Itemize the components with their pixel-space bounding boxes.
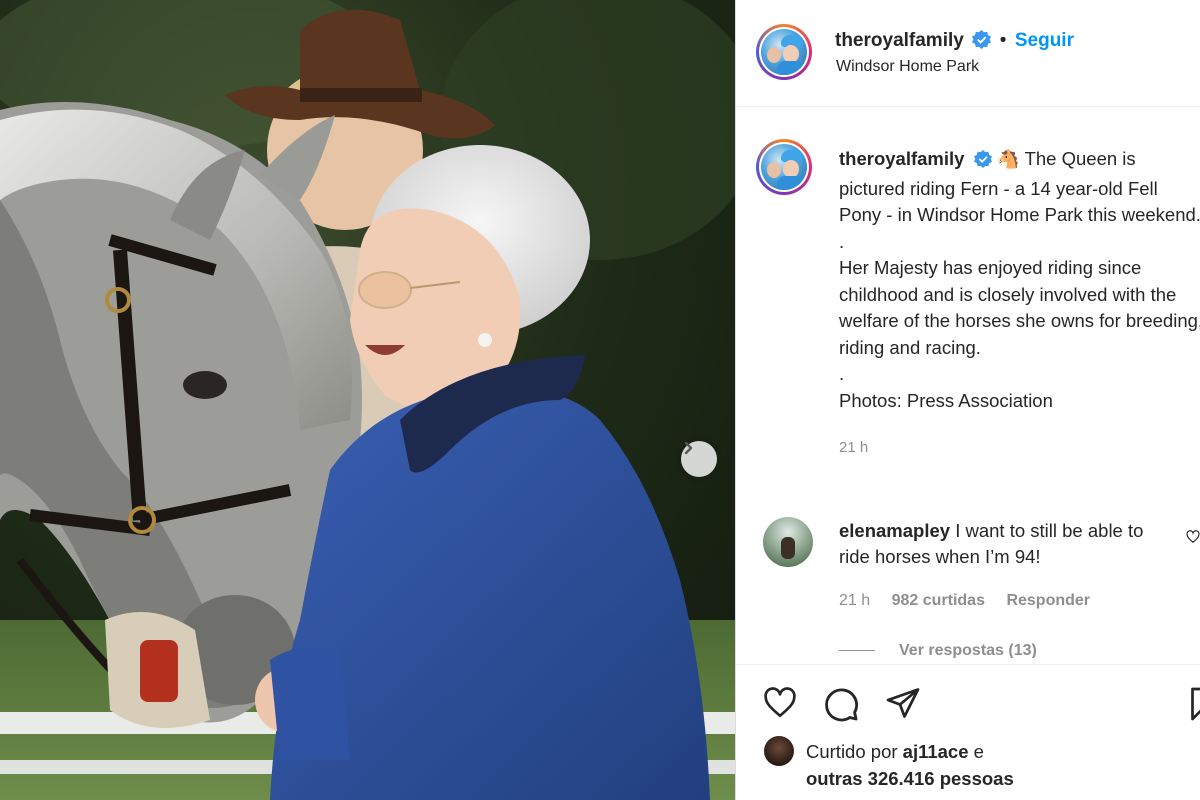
separator-dot: • [999,30,1007,51]
caption-username[interactable]: theroyalfamily [839,148,964,169]
commenter-avatar[interactable] [763,517,813,567]
next-photo-button[interactable] [681,441,717,477]
post-location[interactable]: Windsor Home Park [836,58,979,76]
author-avatar[interactable] [756,24,812,80]
commenter-username[interactable]: elenamapley [839,520,950,541]
action-bar: Curtido por aj11ace e outras 326.416 pes… [736,664,1200,800]
caption-credit: Photos: Press Association [839,389,1053,411]
caption-text-2: Her Majesty has enjoyed riding since chi… [839,257,1200,358]
comment: elenamapley I want to still be able to r… [839,518,1159,570]
heart-icon[interactable] [761,685,799,721]
view-replies-label: Ver respostas (13) [899,642,1037,658]
reply-button[interactable]: Responder [1006,592,1090,609]
post-photo[interactable] [0,0,735,800]
post-caption: theroyalfamily 🐴 The Queen is pictured r… [839,146,1200,462]
photo-illustration [0,0,735,800]
speech-bubble-icon[interactable] [822,685,860,723]
caption-author-avatar[interactable] [756,139,812,195]
follow-button[interactable]: Seguir [1015,30,1074,51]
verified-badge-icon [972,30,992,54]
horse-emoji-icon: 🐴 [996,148,1020,169]
author-username[interactable]: theroyalfamily [835,30,964,51]
liker-avatar[interactable] [764,736,794,766]
likes-conjunction: e [973,741,984,762]
likes-prefix: Curtido por [806,741,898,762]
comment-like-heart-icon[interactable] [1186,530,1200,544]
view-replies-button[interactable]: Ver respostas (13) [839,642,1037,658]
caption-separator: . [839,230,845,252]
liker-username[interactable]: aj11ace [903,741,969,762]
comment-timestamp[interactable]: 21 h [839,592,870,609]
caption-timestamp[interactable]: 21 h [839,439,868,456]
verified-badge-icon [973,149,992,176]
likes-others[interactable]: outras 326.416 pessoas [806,768,1014,789]
replies-line [839,650,875,652]
comment-meta: 21 h 982 curtidas Responder [839,592,1107,610]
post-side-panel: theroyalfamily • Seguir Windsor Home Par… [735,0,1200,800]
chevron-right-icon [684,441,693,455]
bookmark-icon[interactable] [1188,685,1200,723]
comment-likes-count[interactable]: 982 curtidas [892,592,985,609]
post-header: theroyalfamily • Seguir Windsor Home Par… [736,0,1200,107]
caption-separator-2: . [839,363,845,384]
paper-plane-icon[interactable] [885,685,921,721]
likes-summary: Curtido por aj11ace e outras 326.416 pes… [806,738,1014,792]
